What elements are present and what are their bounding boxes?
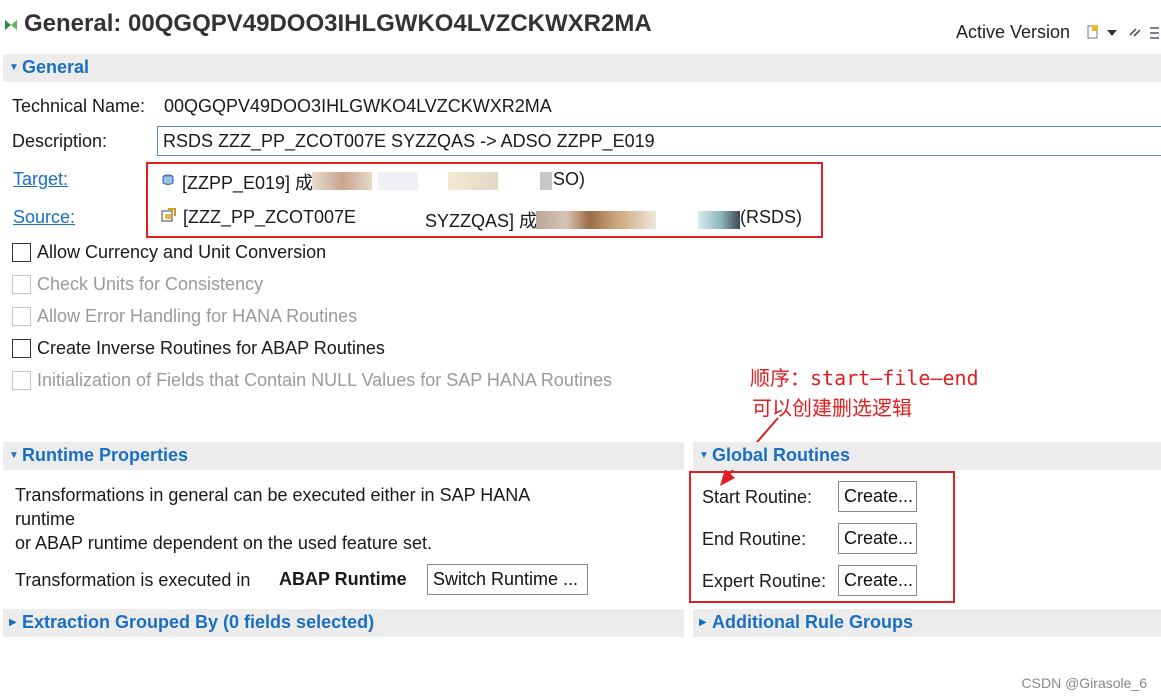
- runtime-executed-label: Transformation is executed in: [15, 570, 251, 590]
- target-name-prefix: [ZZPP_E019] 成: [182, 173, 314, 193]
- checkbox-label: Initialization of Fields that Contain NU…: [37, 370, 612, 390]
- toolbar-collapse-icon[interactable]: [1148, 26, 1161, 40]
- datasource-icon: [161, 208, 176, 222]
- toolbar-link-icon[interactable]: [1128, 26, 1144, 38]
- runtime-description: Transformations in general can be execut…: [15, 485, 531, 505]
- adso-icon: [162, 174, 174, 185]
- dropdown-arrow-icon[interactable]: [1106, 28, 1118, 38]
- checkbox-label: Check Units for Consistency: [37, 274, 264, 294]
- checkbox-label: Allow Error Handling for HANA Routines: [37, 306, 358, 326]
- source-name-middle: SYZZQAS] 成: [425, 211, 538, 231]
- version-label: Active Version: [956, 22, 1071, 42]
- toolbar-edit-icon[interactable]: [1086, 24, 1100, 40]
- blurred-region: [378, 172, 418, 190]
- blurred-region: [698, 211, 740, 229]
- create-end-routine-button[interactable]: Create...: [838, 523, 917, 554]
- expand-arrow-icon[interactable]: ▶: [699, 617, 707, 628]
- expand-arrow-icon[interactable]: ▶: [9, 617, 17, 628]
- checkbox-currency-conversion[interactable]: [12, 243, 31, 262]
- target-name-suffix: SO): [553, 169, 586, 189]
- checkbox-check-units: [12, 275, 31, 294]
- runtime-description: runtime: [15, 509, 76, 529]
- collapse-arrow-icon[interactable]: ▼: [699, 450, 709, 461]
- create-start-routine-button[interactable]: Create...: [838, 481, 917, 512]
- collapse-arrow-icon[interactable]: ▼: [9, 62, 19, 73]
- page-title: General: 00QGQPV49DOO3IHLGWKO4LVZCKWXR2M…: [24, 10, 652, 37]
- source-name-suffix: (RSDS): [740, 207, 802, 227]
- source-link[interactable]: Source:: [13, 207, 75, 228]
- checkbox-label: Allow Currency and Unit Conversion: [37, 242, 327, 262]
- watermark: CSDN @Girasole_6: [1021, 675, 1147, 691]
- create-expert-routine-button[interactable]: Create...: [838, 565, 917, 596]
- runtime-description: or ABAP runtime dependent on the used fe…: [15, 533, 432, 553]
- annotation-line1: 顺序：start—file—end: [750, 366, 979, 390]
- section-title-extraction[interactable]: Extraction Grouped By (0 fields selected…: [22, 612, 374, 633]
- section-title-additional-rule-groups[interactable]: Additional Rule Groups: [712, 612, 913, 633]
- section-title-global-routines[interactable]: Global Routines: [712, 445, 850, 466]
- collapse-arrow-icon[interactable]: ▼: [9, 450, 19, 461]
- general-section-header[interactable]: [3, 54, 1161, 82]
- expert-routine-label: Expert Routine:: [702, 571, 827, 591]
- blurred-region: [448, 172, 498, 190]
- switch-runtime-button[interactable]: Switch Runtime ...: [427, 564, 588, 595]
- checkbox-error-handling: [12, 307, 31, 326]
- technical-name-value: 00QGQPV49DOO3IHLGWKO4LVZCKWXR2MA: [164, 96, 552, 116]
- checkbox-null-initialization: [12, 371, 31, 390]
- start-routine-label: Start Routine:: [702, 487, 813, 507]
- transformation-icon: [5, 20, 17, 30]
- blurred-region: [312, 172, 372, 190]
- source-name-prefix: [ZZZ_PP_ZCOT007E: [183, 207, 357, 227]
- checkbox-label: Create Inverse Routines for ABAP Routine…: [37, 338, 385, 358]
- end-routine-label: End Routine:: [702, 529, 807, 549]
- blurred-region: [540, 172, 552, 190]
- description-input[interactable]: [157, 126, 1161, 156]
- blurred-region: [536, 211, 656, 229]
- section-title-runtime[interactable]: Runtime Properties: [22, 445, 188, 466]
- technical-name-label: Technical Name:: [12, 96, 146, 116]
- description-label: Description:: [12, 131, 108, 151]
- section-title-general[interactable]: General: [22, 57, 89, 78]
- checkbox-inverse-routines[interactable]: [12, 339, 31, 358]
- runtime-value: ABAP Runtime: [279, 569, 407, 589]
- target-link[interactable]: Target:: [13, 169, 68, 190]
